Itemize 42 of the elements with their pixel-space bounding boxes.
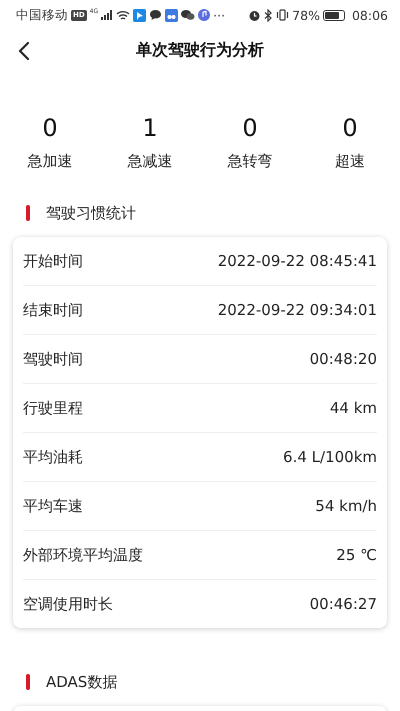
page-title: 单次驾驶行为分析 xyxy=(136,40,264,60)
alarm-icon xyxy=(248,8,262,22)
signal-icon xyxy=(101,10,114,20)
field-label: 驾驶时间 xyxy=(23,350,83,368)
field-label: 空调使用时长 xyxy=(23,594,113,614)
clock-time: 08:06 xyxy=(352,8,388,22)
section-marker xyxy=(26,674,30,690)
chat-bubble-icon xyxy=(149,9,162,21)
battery-icon xyxy=(322,10,345,20)
vibrate-icon xyxy=(276,9,290,21)
wifi-icon xyxy=(116,10,130,20)
field-value: 00:46:27 xyxy=(310,595,377,613)
field-label: 平均车速 xyxy=(23,496,83,516)
field-label: 平均油耗 xyxy=(23,448,83,466)
stat-label: 急减速 xyxy=(128,152,172,171)
section-marker xyxy=(26,205,30,221)
stat-value: 0 xyxy=(342,114,358,142)
field-label: 外部环境平均温度 xyxy=(23,546,143,564)
field-label: 结束时间 xyxy=(23,300,83,320)
field-label: 行驶里程 xyxy=(23,398,83,418)
carrier-name: 中国移动 xyxy=(16,6,68,24)
stat-value: 0 xyxy=(242,114,258,142)
field-value: 6.4 L/100km xyxy=(283,448,377,466)
more-notifications: ··· xyxy=(213,8,226,22)
field-value: 00:48:20 xyxy=(310,350,377,368)
field-value: 54 km/h xyxy=(315,497,377,515)
stat-value: 1 xyxy=(142,114,158,142)
bluetooth-icon xyxy=(264,8,274,22)
stat-value: 0 xyxy=(42,114,58,142)
section-title: ADAS数据 xyxy=(46,672,118,692)
field-value: 2022-09-22 08:45:41 xyxy=(218,252,377,270)
stat-label: 急加速 xyxy=(28,152,72,171)
section-title: 驾驶习惯统计 xyxy=(46,204,136,222)
field-value: 44 km xyxy=(330,399,377,417)
battery-percent: 78% xyxy=(292,8,320,22)
app-icon xyxy=(165,8,178,22)
field-label: 开始时间 xyxy=(23,252,83,270)
field-value: 25 ℃ xyxy=(336,546,377,564)
stat-label: 急转弯 xyxy=(228,152,272,171)
stat-label: 超速 xyxy=(335,152,365,171)
app-icon xyxy=(133,8,146,22)
field-value: 2022-09-22 09:34:01 xyxy=(218,301,377,319)
